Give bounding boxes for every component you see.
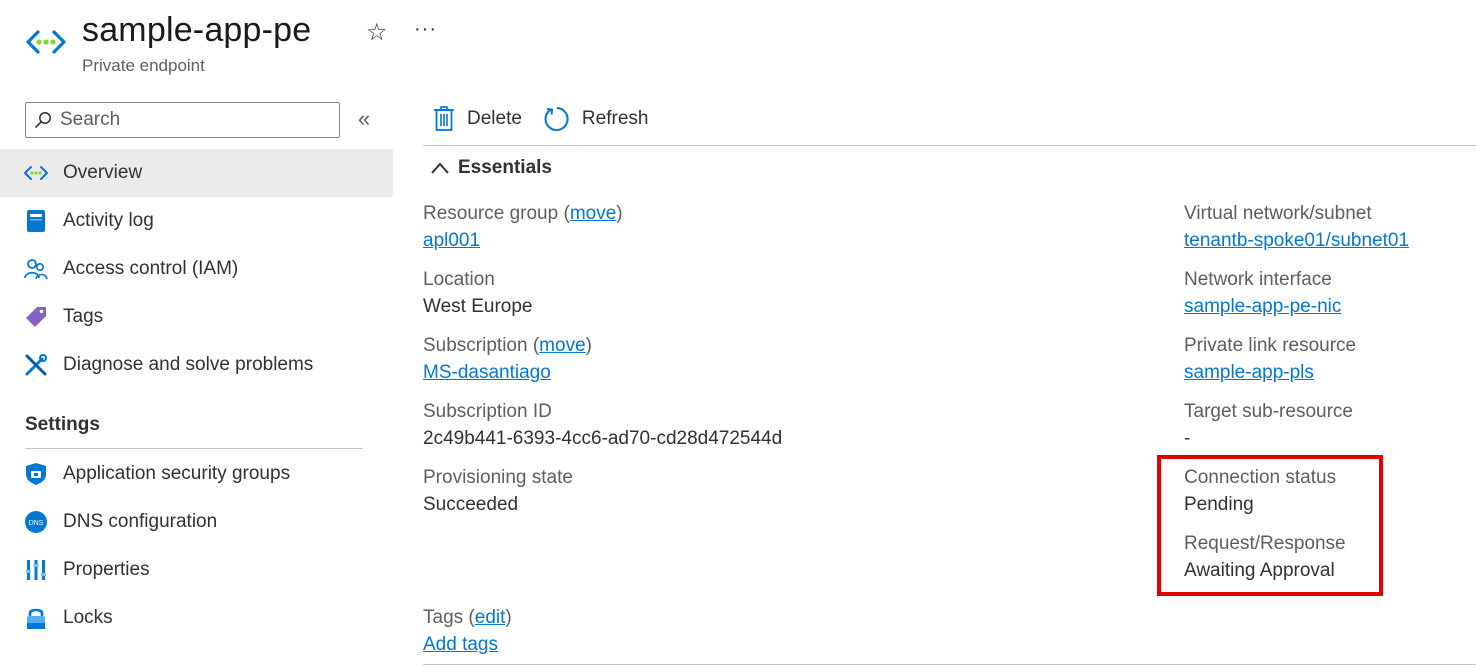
delete-button[interactable]: Delete (433, 106, 522, 132)
sidebar-item-overview[interactable]: Overview (0, 149, 393, 197)
chevron-up-icon (431, 162, 449, 174)
subscription-id-label: Subscription ID (423, 401, 552, 422)
shield-icon (23, 461, 49, 487)
tag-icon (23, 304, 49, 330)
divider (423, 145, 1476, 146)
refresh-label: Refresh (581, 108, 649, 129)
sidebar-item-label: Tags (63, 306, 104, 327)
vnet-label: Virtual network/subnet (1184, 203, 1372, 224)
sidebar-item-label: Properties (63, 559, 150, 580)
activity-log-icon (23, 208, 49, 234)
sidebar-item-label: Access control (IAM) (63, 258, 239, 279)
divider (25, 448, 363, 449)
page-title: sample-app-pe (82, 11, 312, 49)
location-value: West Europe (423, 296, 533, 317)
sidebar-item-activity-log[interactable]: Activity log (0, 197, 393, 245)
sidebar-item-label: Application security groups (63, 463, 291, 484)
sidebar-item-label: DNS configuration (63, 511, 218, 532)
add-tags-link[interactable]: Add tags (423, 634, 498, 656)
search-icon (35, 112, 51, 128)
nic-label: Network interface (1184, 269, 1332, 290)
sidebar-item-properties[interactable]: Properties (0, 546, 393, 594)
essentials-label: Essentials (458, 157, 552, 178)
sidebar-item-dns-configuration[interactable]: DNS DNS configuration (0, 498, 393, 546)
wrench-icon (23, 352, 49, 378)
sidebar-item-label: Activity log (63, 210, 154, 231)
sidebar-item-diagnose[interactable]: Diagnose and solve problems (0, 341, 393, 389)
sidebar-item-label: Locks (63, 607, 113, 628)
provisioning-state-label: Provisioning state (423, 467, 573, 488)
svg-text:DNS: DNS (29, 520, 44, 527)
more-options-button[interactable]: ··· (414, 18, 437, 41)
private-endpoint-icon (23, 160, 49, 186)
refresh-icon (544, 107, 569, 131)
move-subscription-link[interactable]: move (539, 335, 585, 356)
search-placeholder: Search (60, 109, 121, 130)
trash-icon (434, 106, 454, 131)
sidebar-item-application-security-groups[interactable]: Application security groups (0, 450, 393, 498)
collapse-sidebar-button[interactable]: « (358, 106, 370, 132)
target-sub-resource-value: - (1184, 428, 1191, 449)
divider (423, 664, 1476, 665)
tags-label: Tags (edit) (423, 607, 512, 628)
command-bar: Delete Refresh (433, 103, 670, 135)
vnet-link[interactable]: tenantb-spoke01/subnet01 (1184, 230, 1409, 252)
highlight-box (1157, 455, 1383, 596)
sidebar-item-iam[interactable]: Access control (IAM) (0, 245, 393, 293)
provisioning-state-value: Succeeded (423, 494, 519, 515)
star-icon[interactable]: ☆ (366, 18, 388, 47)
edit-tags-link[interactable]: edit (475, 607, 506, 628)
lock-icon (23, 605, 49, 631)
move-resource-group-link[interactable]: move (570, 203, 616, 224)
iam-icon (23, 256, 49, 282)
subscription-id-value: 2c49b441-6393-4cc6-ad70-cd28d472544d (423, 428, 783, 449)
subscription-link[interactable]: MS-dasantiago (423, 362, 551, 384)
sidebar-item-label: Overview (63, 162, 143, 183)
search-input[interactable]: Search (25, 102, 340, 138)
sidebar-item-label: Diagnose and solve problems (63, 354, 314, 375)
private-link-resource-link[interactable]: sample-app-pls (1184, 362, 1314, 384)
refresh-button[interactable]: Refresh (544, 106, 649, 132)
essentials-toggle[interactable]: Essentials (430, 157, 552, 179)
target-sub-resource-label: Target sub-resource (1184, 401, 1353, 422)
sidebar-item-locks[interactable]: Locks (0, 594, 393, 642)
resource-group-link[interactable]: apl001 (423, 230, 480, 252)
nic-link[interactable]: sample-app-pe-nic (1184, 296, 1341, 318)
private-link-resource-label: Private link resource (1184, 335, 1357, 356)
location-label: Location (423, 269, 495, 290)
delete-label: Delete (467, 108, 522, 129)
settings-section-header: Settings (25, 414, 100, 435)
private-endpoint-icon (24, 26, 68, 58)
sidebar-item-tags[interactable]: Tags (0, 293, 393, 341)
properties-icon (23, 557, 49, 583)
subscription-label: Subscription (move) (423, 335, 592, 356)
page-subtitle: Private endpoint (82, 56, 205, 75)
dns-icon: DNS (23, 509, 49, 535)
resource-group-label: Resource group (move) (423, 203, 623, 224)
